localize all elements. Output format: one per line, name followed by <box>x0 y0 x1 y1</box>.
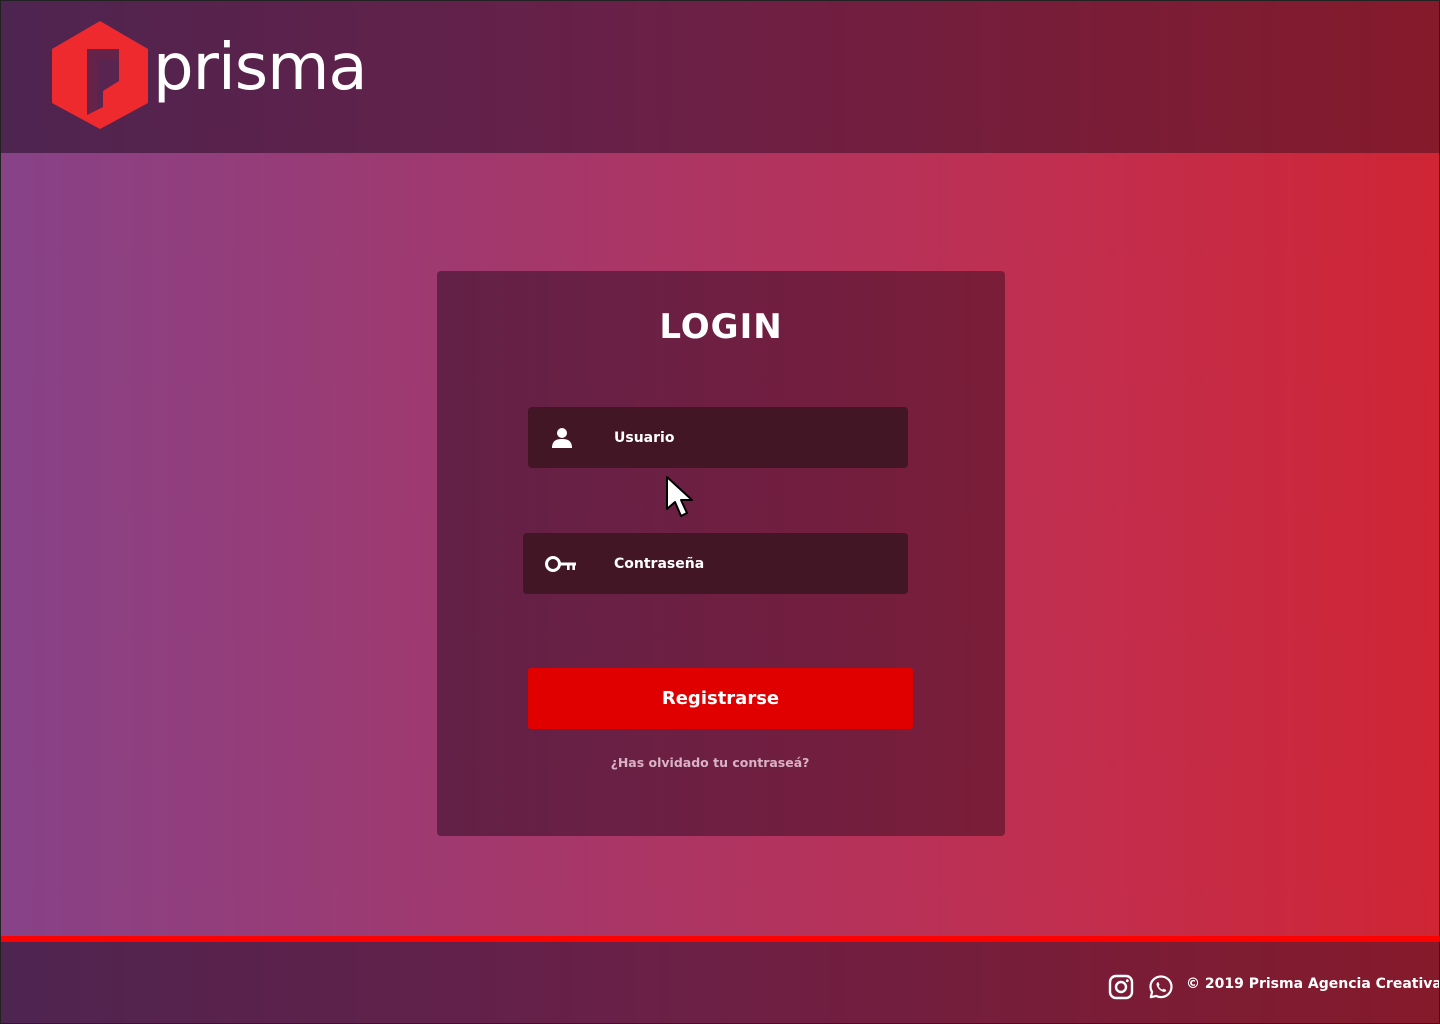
logo[interactable]: prisma <box>49 19 369 131</box>
password-input[interactable] <box>523 533 908 594</box>
footer: © 2019 Prisma Agencia Creativa. <box>1 942 1440 1023</box>
whatsapp-icon[interactable] <box>1148 974 1174 1000</box>
mouse-cursor-icon <box>665 475 699 519</box>
username-input[interactable] <box>528 407 908 468</box>
username-field[interactable] <box>528 407 908 468</box>
copyright-text: © 2019 Prisma Agencia Creativa. <box>1186 976 1440 992</box>
page: prisma LOGIN Registrarse ¿Has <box>0 0 1440 1024</box>
instagram-icon[interactable] <box>1108 974 1134 1000</box>
header: prisma <box>1 1 1439 153</box>
login-title: LOGIN <box>659 307 783 347</box>
register-button[interactable]: Registrarse <box>528 668 913 729</box>
forgot-password-link[interactable]: ¿Has olvidado tu contraseá? <box>1 755 1419 770</box>
logo-wordmark: prisma <box>153 31 368 105</box>
social-icons <box>1108 974 1174 1000</box>
password-field[interactable] <box>523 533 908 594</box>
prisma-logo-icon <box>49 19 151 131</box>
